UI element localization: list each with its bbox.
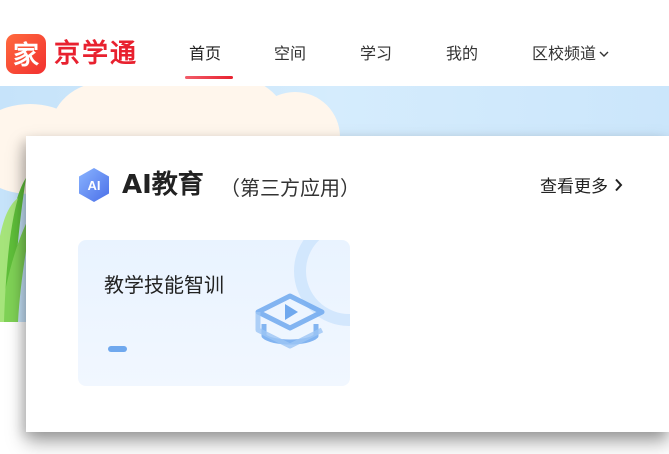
nav-item-mine[interactable]: 我的 <box>446 41 478 67</box>
nav-item-district-channel-label: 区校频道 <box>532 44 597 63</box>
nav-item-study[interactable]: 学习 <box>360 41 392 67</box>
nav-item-district-channel[interactable]: 区校频道 <box>532 41 609 67</box>
nav-active-indicator <box>185 76 233 79</box>
ai-badge-text: AI <box>88 178 101 193</box>
section-subtitle: （第三方应用） <box>220 176 360 200</box>
section-title: AI教育 <box>122 170 204 200</box>
main-nav: 首页 空间 学习 我的 区校频道 <box>0 41 669 81</box>
view-more-label: 查看更多 <box>540 177 608 197</box>
view-more-link[interactable]: 查看更多 <box>540 174 623 200</box>
top-header: 家 京学通 首页 空间 学习 我的 区校频道 <box>0 0 669 86</box>
chevron-down-icon <box>599 51 609 57</box>
app-card-teaching-skills[interactable]: 教学技能智训 <box>78 240 350 386</box>
chevron-right-icon <box>615 178 623 192</box>
ai-hexagon-icon: AI <box>79 168 109 202</box>
app-card-title: 教学技能智训 <box>104 273 224 297</box>
nav-item-home[interactable]: 首页 <box>189 41 221 67</box>
graduation-cap-play-icon <box>255 293 325 349</box>
app-card-accent-bar <box>108 346 127 352</box>
nav-item-space[interactable]: 空间 <box>274 41 306 67</box>
ai-education-panel: AI AI教育 （第三方应用） 查看更多 教学技能智训 <box>26 136 669 432</box>
